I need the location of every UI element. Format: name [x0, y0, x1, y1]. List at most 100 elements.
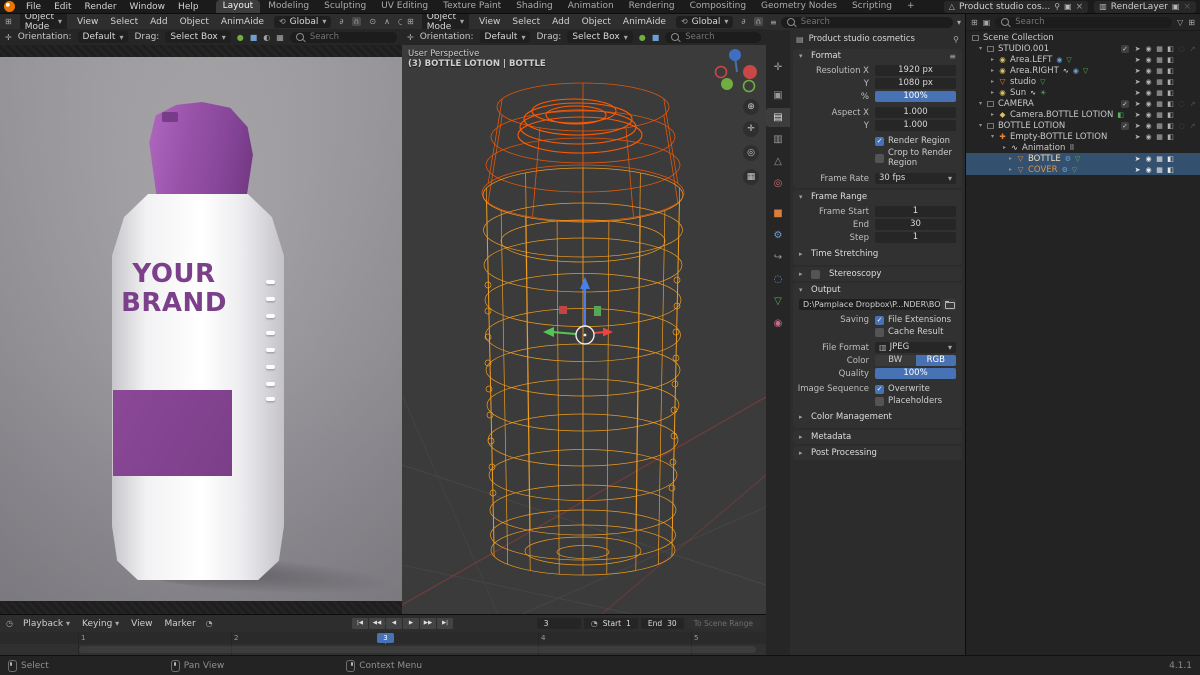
- viewport-left-canvas[interactable]: YOURBRAND: [0, 45, 402, 614]
- mode-dropdown[interactable]: Object Mode▾: [422, 14, 469, 30]
- viewport-disable-icon[interactable]: ▦: [1154, 45, 1165, 53]
- pin-icon[interactable]: ⚲: [953, 35, 959, 44]
- expand-icon[interactable]: ▾: [976, 45, 985, 52]
- snap-link-icon[interactable]: ∂: [741, 17, 745, 26]
- to-scene-range-button[interactable]: To Scene Range: [687, 618, 760, 629]
- collection-checkbox[interactable]: ✓: [1121, 45, 1129, 53]
- outliner-row-area-right[interactable]: ▸ ◉ Area.RIGHT ∿ ◉ ▽ ➤◉▦◧: [966, 65, 1200, 76]
- tab-render[interactable]: ▣: [766, 86, 790, 105]
- file-extensions-checkbox[interactable]: ✓: [875, 316, 884, 325]
- folder-browse-button[interactable]: [942, 299, 956, 310]
- render-region[interactable]: YOURBRAND: [0, 57, 402, 601]
- resolution-pct-slider[interactable]: 100%: [875, 91, 956, 102]
- display-mode-icon[interactable]: ▣: [983, 18, 991, 27]
- stereoscopy-checkbox[interactable]: [811, 270, 820, 279]
- aspect-x-field[interactable]: 1.000: [875, 107, 956, 118]
- close-scene-icon[interactable]: ×: [1076, 2, 1084, 12]
- file-format-dropdown[interactable]: ▥JPEG▾: [875, 342, 956, 353]
- panel-output-header[interactable]: ▾Output: [793, 283, 962, 297]
- tab-tool[interactable]: ✛: [766, 58, 790, 77]
- active-tool-icon[interactable]: ✛: [5, 33, 12, 42]
- timeline-canvas[interactable]: [0, 644, 766, 655]
- bottle-render[interactable]: YOURBRAND: [112, 102, 284, 580]
- outliner-row-studio[interactable]: ▸ ▽ studio ▽ ➤◉▦◧: [966, 76, 1200, 87]
- menu-window[interactable]: Window: [128, 2, 168, 12]
- hide-icon[interactable]: ◉: [1143, 45, 1154, 53]
- properties-search[interactable]: [781, 17, 953, 28]
- tab-scene[interactable]: △: [766, 152, 790, 171]
- outliner-row-sun[interactable]: ▸ ◉ Sun ∿ ☀ ➤◉▦◧: [966, 87, 1200, 98]
- placeholders-checkbox[interactable]: [875, 397, 884, 406]
- falloff-icon[interactable]: ∧: [384, 17, 390, 26]
- filter-dropdown-icon[interactable]: ▾: [957, 18, 961, 27]
- jump-to-end-button[interactable]: ▶|: [437, 618, 453, 629]
- menu-view[interactable]: View: [477, 17, 502, 27]
- color-wheel-icon[interactable]: ●: [237, 33, 244, 42]
- frame-start-field[interactable]: ◔Start1: [584, 618, 638, 629]
- outliner-row-bottle-lotion-collection[interactable]: ▾ □ BOTTLE LOTION ✓➤◉▦◧◌↗: [966, 120, 1200, 131]
- outliner-row-animation[interactable]: ▸ ∿ Animation ⠿: [966, 142, 1200, 153]
- menu-select[interactable]: Select: [510, 17, 542, 27]
- pin-icon[interactable]: ⚲: [1054, 2, 1060, 11]
- panel-post-processing-header[interactable]: ▸Post Processing: [793, 446, 962, 460]
- holdout-icon[interactable]: ◌: [1176, 45, 1187, 53]
- play-reverse-button[interactable]: ◀: [386, 618, 402, 629]
- outliner-search[interactable]: [995, 17, 1172, 28]
- xray-icon[interactable]: ▦: [276, 33, 284, 42]
- drag-dropdown[interactable]: Select Box▾: [567, 31, 632, 43]
- render-region-checkbox[interactable]: ✓: [875, 137, 884, 146]
- pan-view-button[interactable]: ✛: [743, 121, 759, 137]
- proportional-edit-icon[interactable]: ⊙: [369, 17, 376, 26]
- tab-sculpting[interactable]: Sculpting: [317, 0, 373, 13]
- magnet-icon[interactable]: ∩: [352, 17, 362, 26]
- filter-icon[interactable]: ▽: [1177, 18, 1183, 27]
- perspective-toggle-button[interactable]: ▦: [743, 169, 759, 185]
- gizmo-toggle-icon[interactable]: ■: [652, 33, 660, 42]
- panel-metadata-header[interactable]: ▸Metadata: [793, 430, 962, 444]
- orientation-dropdown[interactable]: ⟲Global▾: [274, 16, 331, 28]
- outliner-row-camera[interactable]: ▸ ◆ Camera.BOTTLE LOTION ◧ ➤◉▦◧: [966, 109, 1200, 120]
- render-disable-icon[interactable]: ◧: [1165, 45, 1176, 53]
- orientation-dropdown[interactable]: ⟲Global▾: [676, 16, 733, 28]
- outliner-row-scene-collection[interactable]: □ Scene Collection: [966, 32, 1200, 43]
- editor-type-icon[interactable]: ⊞: [971, 18, 978, 27]
- frame-rate-dropdown[interactable]: 30 fps▾: [875, 173, 956, 184]
- resolution-x-field[interactable]: 1920 px: [875, 65, 956, 76]
- stopwatch-icon[interactable]: ◔: [206, 619, 213, 628]
- tab-material[interactable]: ◉: [766, 314, 790, 333]
- presets-icon[interactable]: ≡: [949, 52, 956, 61]
- menu-object[interactable]: Object: [580, 17, 613, 27]
- color-bw-button[interactable]: BW: [875, 355, 916, 366]
- scene-selector[interactable]: △ Product studio cos... ⚲ ▣ ×: [944, 1, 1088, 13]
- menu-playback[interactable]: Playback ▾: [21, 619, 72, 629]
- current-frame-field[interactable]: 3: [537, 618, 581, 629]
- new-collection-icon[interactable]: ⊞: [1188, 18, 1195, 27]
- tab-object[interactable]: ■: [766, 204, 790, 223]
- remove-view-layer-icon[interactable]: ×: [1183, 2, 1191, 12]
- scene-name[interactable]: Product studio cos...: [959, 2, 1050, 12]
- tab-geometry-nodes[interactable]: Geometry Nodes: [754, 0, 844, 13]
- output-path-field[interactable]: D:\Pamplace Dropbox\P...NDER\BOTTLE-LOTI…: [799, 299, 940, 310]
- properties-search-input[interactable]: [799, 16, 947, 28]
- search-input[interactable]: [308, 31, 391, 43]
- viewport-mid-canvas[interactable]: User Perspective (3) BOTTLE LOTION | BOT…: [402, 45, 766, 614]
- next-keyframe-button[interactable]: ▶▶: [420, 618, 436, 629]
- selectable-icon[interactable]: ➤: [1132, 45, 1143, 53]
- menu-view[interactable]: View: [75, 17, 100, 27]
- tab-physics[interactable]: ◌: [766, 270, 790, 289]
- collection-checkbox[interactable]: ✓: [1121, 100, 1129, 108]
- quality-slider[interactable]: 100%: [875, 368, 956, 379]
- tab-scripting[interactable]: Scripting: [845, 0, 899, 13]
- new-view-layer-icon[interactable]: ▣: [1172, 2, 1180, 11]
- editor-type-icon[interactable]: ≡: [770, 18, 777, 27]
- aspect-y-field[interactable]: 1.000: [875, 120, 956, 131]
- menu-add[interactable]: Add: [148, 17, 169, 27]
- view-layer-selector[interactable]: ▥ RenderLayer ▣ ×: [1094, 1, 1196, 13]
- zoom-view-button[interactable]: ⊕: [743, 99, 759, 115]
- tab-rendering[interactable]: Rendering: [622, 0, 682, 13]
- add-workspace-button[interactable]: +: [900, 0, 922, 13]
- panel-frame-range-header[interactable]: ▾Frame Range: [793, 190, 962, 204]
- indirect-icon[interactable]: ↗: [1187, 45, 1198, 53]
- frame-start-field[interactable]: 1: [875, 206, 956, 217]
- overwrite-checkbox[interactable]: ✓: [875, 385, 884, 394]
